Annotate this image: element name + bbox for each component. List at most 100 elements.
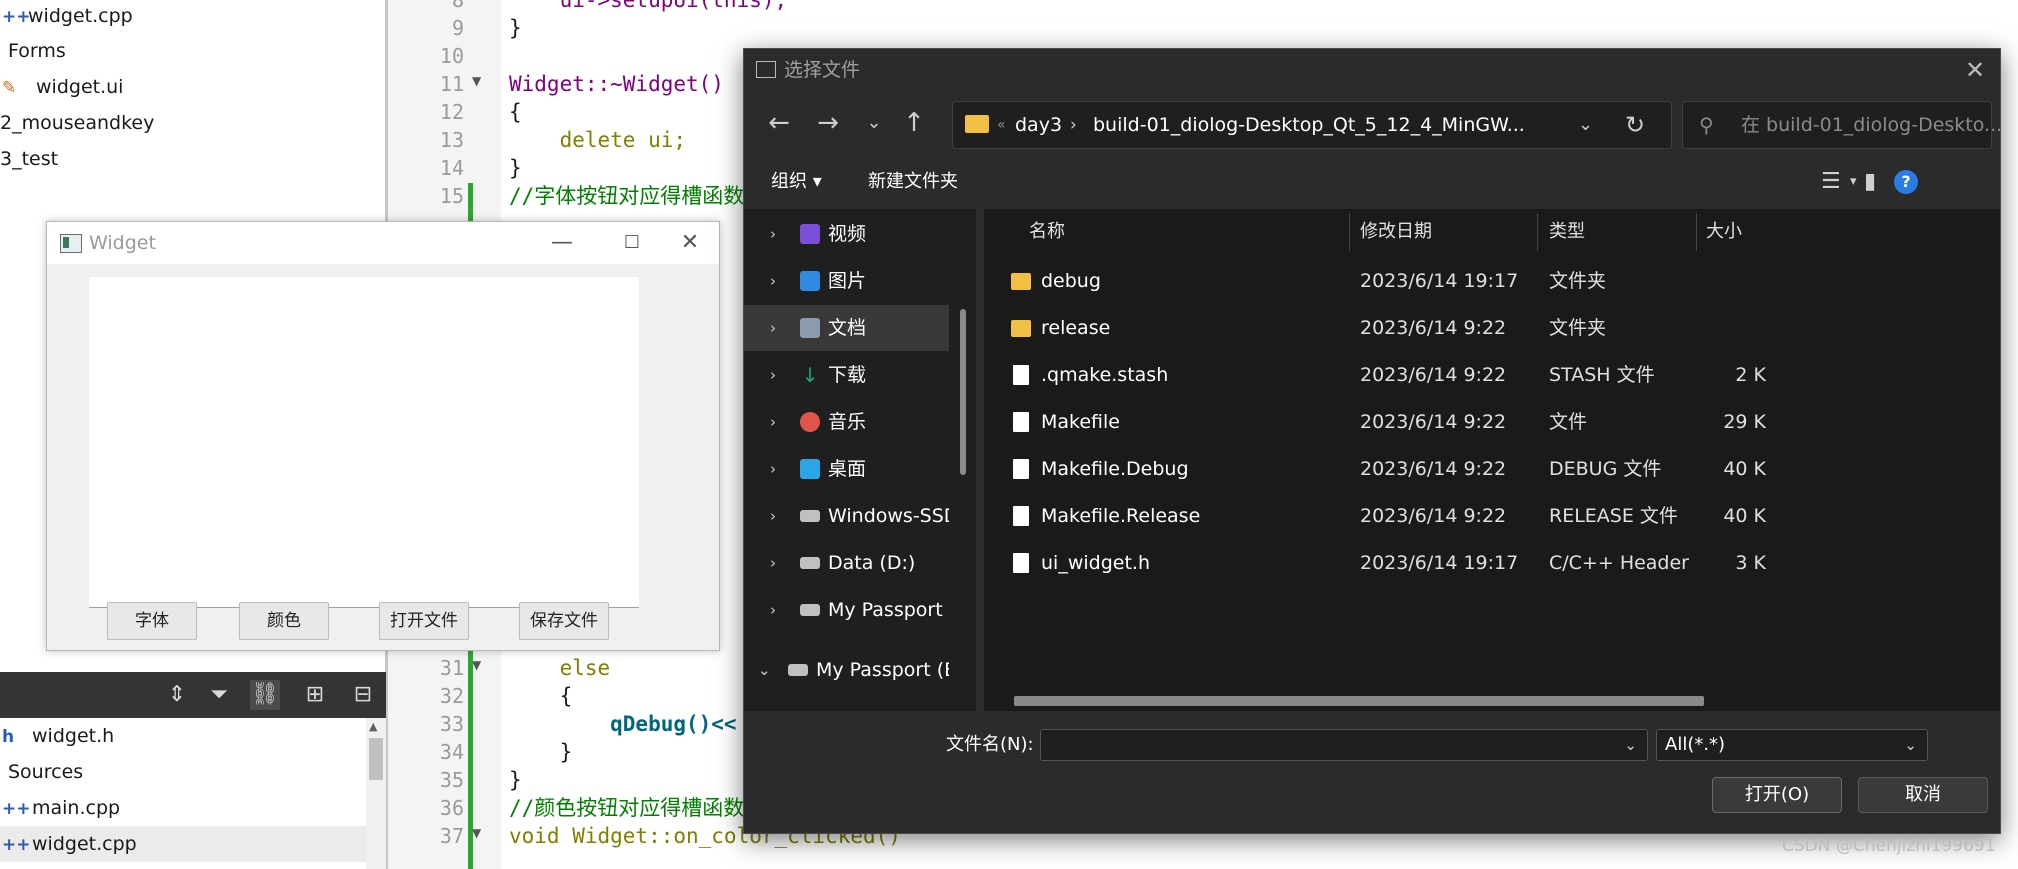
fold-arrow-icon[interactable]: ▼	[472, 74, 481, 88]
close-icon[interactable]: ✕	[660, 222, 720, 264]
breadcrumb-build[interactable]: build-01_diolog-Desktop_Qt_5_12_4_MinGW.…	[1093, 102, 1525, 148]
save-file-button[interactable]: 保存文件	[519, 602, 609, 640]
close-icon[interactable]: ✕	[1950, 49, 2000, 91]
nav-item-music[interactable]: › 音乐	[744, 399, 949, 445]
scrollbar-thumb[interactable]	[960, 309, 966, 475]
column-divider[interactable]	[1696, 213, 1697, 251]
nav-scrollbar[interactable]	[958, 209, 968, 711]
file-row-debug[interactable]: debug 2023/6/14 19:17 文件夹	[984, 258, 2000, 304]
maximize-icon[interactable]: ☐	[602, 222, 662, 264]
search-box[interactable]: ⚲ 在 build-01_diolog-Deskto...	[1682, 101, 2002, 149]
chevron-right-icon[interactable]: ›	[770, 446, 776, 492]
filter-icon[interactable]: ⏷	[204, 680, 234, 710]
up-arrow-icon[interactable]: ↑	[896, 105, 932, 141]
fold-arrow-icon[interactable]: ▼	[472, 658, 481, 672]
cpp-file-icon: ++	[2, 835, 31, 855]
chevron-right-icon[interactable]: ›	[770, 540, 776, 586]
pane-splitter[interactable]	[976, 209, 984, 711]
tree-item-widget-cpp[interactable]: ++widget.cpp	[0, 0, 133, 34]
chevron-down-icon[interactable]: ⌄	[1578, 102, 1593, 148]
nav-item-desktop[interactable]: › 桌面	[744, 446, 949, 492]
file-row-makefile[interactable]: Makefile 2023/6/14 9:22 文件 29 K	[984, 399, 2000, 445]
widget-titlebar[interactable]: Widget — ☐ ✕	[47, 222, 719, 264]
address-bar[interactable]: « day3 › build-01_diolog-Desktop_Qt_5_12…	[952, 101, 1672, 149]
folder-icon	[1011, 273, 1031, 290]
open-button[interactable]: 打开(O)	[1712, 777, 1842, 813]
tree-item-sources[interactable]: Sources	[0, 754, 366, 790]
organize-menu[interactable]: 组织 ▾	[771, 155, 822, 209]
updown-arrows-icon[interactable]: ⇕	[162, 680, 192, 710]
drive-icon	[788, 664, 808, 676]
collapse-icon[interactable]: ⊟	[348, 680, 378, 710]
tree-item-widget-cpp-selected[interactable]: ++widget.cpp	[0, 826, 366, 862]
dialog-titlebar[interactable]: 选择文件 ✕	[744, 49, 2000, 91]
filename-label: 文件名(N):	[946, 734, 1034, 755]
text-edit-area[interactable]: 字体 颜色 打开文件 保存文件	[89, 277, 639, 640]
tree-item-widget-h[interactable]: h widget.h	[0, 718, 366, 754]
overflow-icon[interactable]: «	[997, 102, 1006, 148]
split-icon[interactable]: ⊞	[300, 680, 330, 710]
nav-item-windows-ssd[interactable]: › Windows-SSD	[744, 493, 949, 539]
nav-item-my-passport-i[interactable]: › My Passport (I	[744, 587, 949, 633]
chevron-down-icon[interactable]: ⌄	[758, 647, 771, 693]
link-icon[interactable]: ⛓	[250, 680, 280, 710]
chevron-down-icon[interactable]: ⌄	[1624, 730, 1637, 760]
preview-pane-icon[interactable]: ▮	[1864, 155, 1876, 209]
view-options-icon[interactable]: ☰	[1821, 155, 1841, 209]
nav-item-my-passport-e[interactable]: ⌄ My Passport (E:	[744, 647, 949, 693]
recent-locations-icon[interactable]: ⌄	[856, 105, 892, 141]
nav-item-downloads[interactable]: › ↓ 下载	[744, 352, 949, 398]
chevron-right-icon[interactable]: ›	[770, 211, 776, 257]
font-button[interactable]: 字体	[107, 602, 197, 640]
scroll-up-icon[interactable]: ▲	[369, 720, 377, 733]
chevron-right-icon[interactable]: ›	[770, 493, 776, 539]
tree-item-forms[interactable]: Forms	[8, 33, 66, 69]
file-row-release[interactable]: release 2023/6/14 9:22 文件夹	[984, 305, 2000, 351]
filename-input[interactable]: ⌄	[1040, 729, 1648, 761]
refresh-icon[interactable]: ↻	[1625, 102, 1645, 148]
back-arrow-icon[interactable]: ←	[761, 105, 797, 141]
scrollbar-thumb[interactable]	[369, 738, 383, 780]
tree-item-mouseandkey[interactable]: 2_mouseandkey	[0, 105, 154, 141]
chevron-right-icon[interactable]: ›	[1070, 102, 1077, 148]
tree-item-main-cpp[interactable]: ++main.cpp	[0, 790, 366, 826]
navigation-pane: › 视频 › 图片 › 文档 › ↓ 下载 › 音乐 › 桌面 › Windows-SSD › D…	[744, 209, 976, 711]
open-file-button[interactable]: 打开文件	[379, 602, 469, 640]
column-header-date[interactable]: 修改日期	[1360, 209, 1432, 255]
horizontal-scrollbar[interactable]	[1014, 696, 1704, 706]
chevron-right-icon[interactable]: ›	[770, 587, 776, 633]
fold-arrow-icon[interactable]: ▼	[472, 826, 481, 840]
column-header-type[interactable]: 类型	[1549, 209, 1585, 255]
column-header-size[interactable]: 大小	[1706, 209, 1742, 255]
chevron-down-icon[interactable]: ▾	[1850, 155, 1857, 209]
breadcrumb-day3[interactable]: day3	[1015, 102, 1062, 148]
nav-item-documents[interactable]: › 文档	[744, 305, 949, 351]
new-folder-button[interactable]: 新建文件夹	[868, 155, 958, 209]
nav-item-data-d[interactable]: › Data (D:)	[744, 540, 949, 586]
minimize-icon[interactable]: —	[532, 222, 592, 264]
chevron-right-icon[interactable]: ›	[770, 258, 776, 304]
file-row-ui-widget-h[interactable]: ui_widget.h 2023/6/14 19:17 C/C++ Header 3 …	[984, 540, 2000, 586]
file-row-makefile-debug[interactable]: Makefile.Debug 2023/6/14 9:22 DEBUG 文件 40 K	[984, 446, 2000, 492]
file-type-select[interactable]: All(*.*) ⌄	[1656, 729, 1928, 761]
chevron-right-icon[interactable]: ›	[770, 399, 776, 445]
color-button[interactable]: 颜色	[239, 602, 329, 640]
file-row-makefile-release[interactable]: Makefile.Release 2023/6/14 9:22 RELEASE 文件…	[984, 493, 2000, 539]
forward-arrow-icon[interactable]: →	[810, 105, 846, 141]
nav-item-pictures[interactable]: › 图片	[744, 258, 949, 304]
chevron-right-icon[interactable]: ›	[770, 305, 776, 351]
file-row-qmake-stash[interactable]: .qmake.stash 2023/6/14 9:22 STASH 文件 2 K	[984, 352, 2000, 398]
column-divider[interactable]	[1537, 213, 1538, 251]
nav-item-videos[interactable]: › 视频	[744, 211, 949, 257]
header-file-icon: h	[2, 727, 15, 747]
tree-item-test[interactable]: 3_test	[0, 141, 58, 177]
column-header-name[interactable]: 名称	[1029, 209, 1065, 255]
tree-item-widget-ui[interactable]: ✎ widget.ui	[0, 69, 123, 105]
chevron-right-icon[interactable]: ›	[770, 352, 776, 398]
chevron-down-icon[interactable]: ⌄	[1904, 730, 1917, 760]
dialog-footer: 文件名(N): ⌄ All(*.*) ⌄ 打开(O) 取消	[744, 711, 2000, 833]
column-divider[interactable]	[1349, 213, 1350, 251]
help-icon[interactable]: ?	[1894, 170, 1918, 194]
cancel-button[interactable]: 取消	[1858, 777, 1988, 813]
list-scrollbar[interactable]: ▲	[366, 718, 386, 869]
